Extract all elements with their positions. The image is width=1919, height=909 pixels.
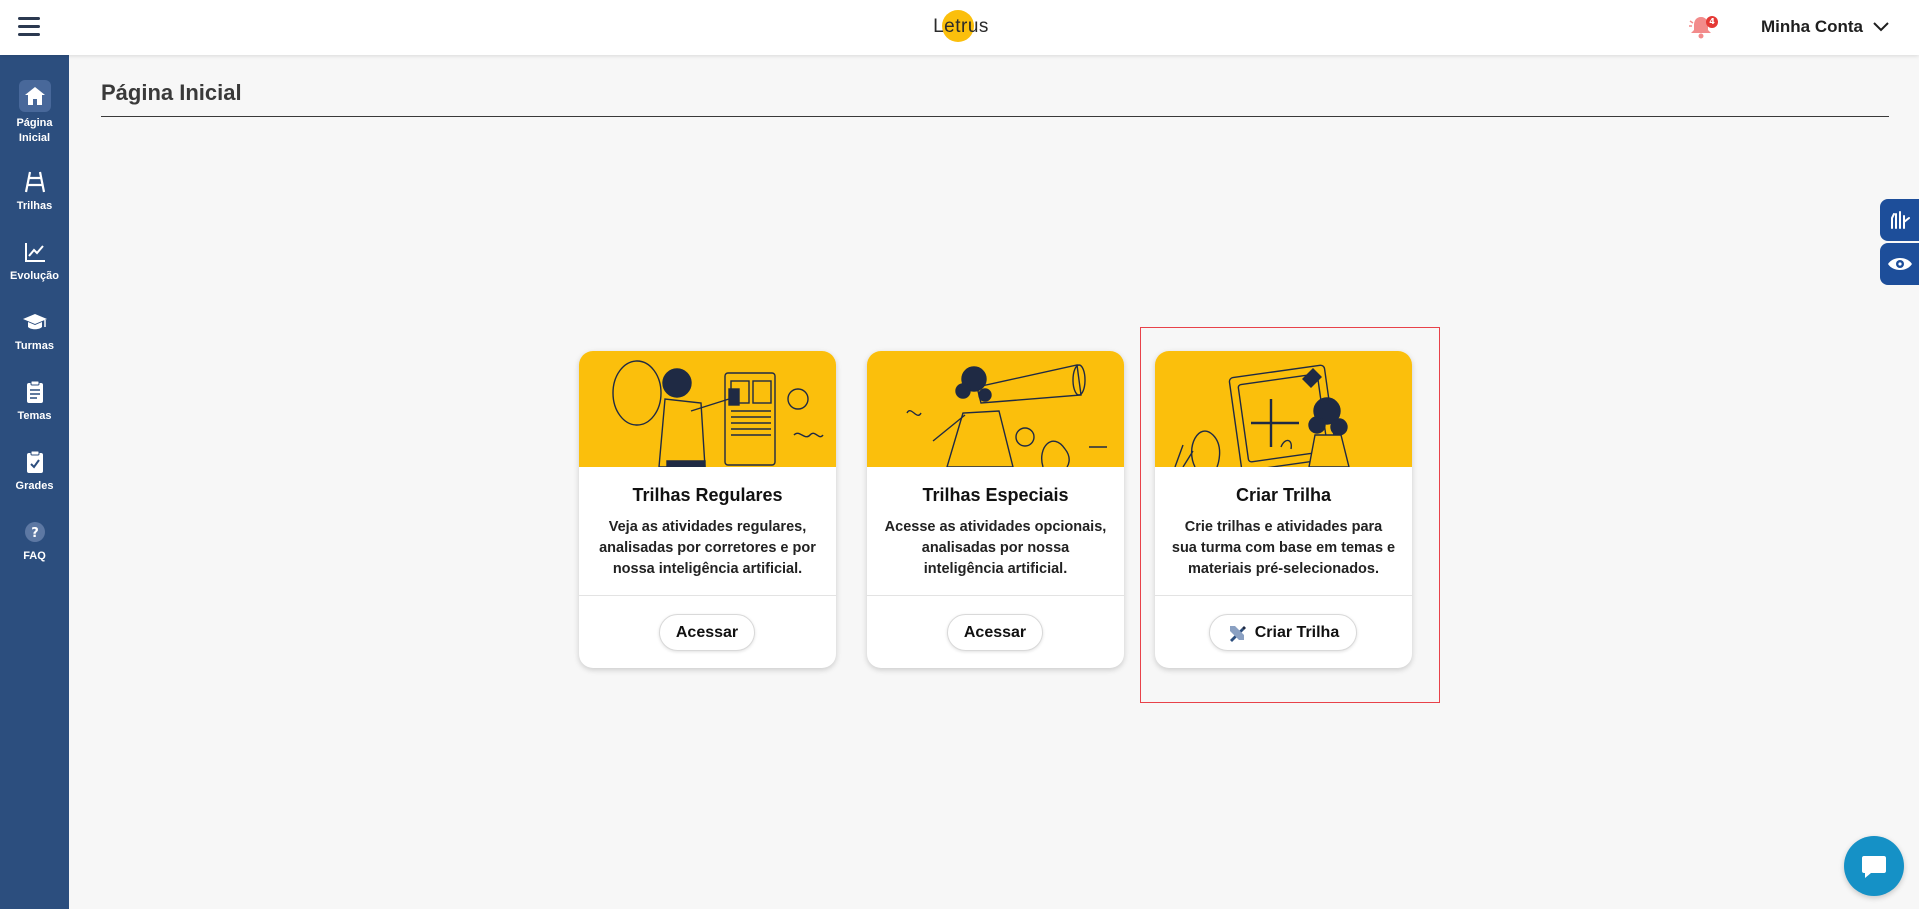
clipboard-check-icon bbox=[26, 450, 43, 473]
chat-support-button[interactable] bbox=[1844, 836, 1904, 896]
card-illustration bbox=[579, 351, 836, 467]
card-trilhas-especiais: Trilhas Especiais Acesse as atividades o… bbox=[867, 351, 1124, 668]
sidebar-item-label: Turmas bbox=[15, 340, 54, 352]
graduation-cap-icon bbox=[22, 314, 47, 330]
sidebar-item-turmas[interactable]: Turmas bbox=[0, 309, 69, 354]
selection-highlight bbox=[1140, 327, 1440, 703]
notification-badge: 4 bbox=[1706, 16, 1718, 28]
sidebar-item-label: FAQ bbox=[23, 550, 46, 562]
account-menu[interactable]: Minha Conta bbox=[1761, 15, 1889, 39]
hands-icon bbox=[1890, 211, 1910, 229]
eye-icon bbox=[1887, 258, 1912, 270]
sidebar-item-temas[interactable]: Temas bbox=[0, 379, 69, 424]
trail-icon bbox=[24, 171, 45, 193]
top-bar: Letrus 4 Minha Conta bbox=[0, 0, 1919, 55]
card-title: Trilhas Regulares bbox=[632, 485, 783, 505]
notification-bell-icon[interactable]: 4 bbox=[1688, 14, 1718, 40]
account-label: Minha Conta bbox=[1761, 17, 1863, 36]
visual-accessibility-button[interactable] bbox=[1880, 243, 1919, 285]
title-divider bbox=[101, 116, 1889, 117]
chat-icon bbox=[1862, 856, 1886, 878]
sidebar-item-grades[interactable]: Grades bbox=[0, 449, 69, 494]
sidebar-item-label: Trilhas bbox=[16, 200, 53, 212]
chart-icon bbox=[24, 243, 45, 262]
logo-text: Letrus bbox=[933, 16, 989, 37]
card-illustration bbox=[867, 351, 1124, 467]
sidebar-item-label: Grades bbox=[15, 480, 54, 492]
sidebar-item-label: Inicial bbox=[18, 132, 51, 144]
chevron-down-icon bbox=[1873, 22, 1889, 32]
card-divider bbox=[867, 595, 1124, 596]
card-description: Veja as atividades regulares, analisadas… bbox=[599, 519, 816, 577]
letrus-logo[interactable]: Letrus bbox=[928, 10, 994, 44]
sidebar: Página Inicial Trilhas Evolução Turmas T… bbox=[0, 55, 69, 909]
sidebar-item-label: Temas bbox=[17, 410, 52, 422]
acessar-button[interactable]: Acessar bbox=[659, 614, 755, 651]
home-icon bbox=[18, 80, 51, 112]
sign-language-button[interactable] bbox=[1880, 199, 1919, 241]
page-title: Página Inicial bbox=[101, 80, 242, 105]
menu-icon[interactable] bbox=[18, 17, 40, 37]
sidebar-item-label: Página bbox=[16, 117, 53, 129]
sidebar-item-faq[interactable]: ? FAQ bbox=[0, 519, 69, 564]
card-description: Acesse as atividades opcionais, analisad… bbox=[884, 519, 1107, 577]
card-trilhas-regulares: Trilhas Regulares Veja as atividades reg… bbox=[579, 351, 836, 668]
sidebar-item-label: Evolução bbox=[10, 270, 59, 282]
acessar-button[interactable]: Acessar bbox=[947, 614, 1043, 651]
question-icon: ? bbox=[24, 522, 45, 542]
svg-text:?: ? bbox=[31, 526, 39, 541]
sidebar-item-trilhas[interactable]: Trilhas bbox=[0, 169, 69, 214]
card-divider bbox=[579, 595, 836, 596]
clipboard-icon bbox=[26, 380, 43, 403]
sidebar-item-evolucao[interactable]: Evolução bbox=[0, 239, 69, 284]
card-title: Trilhas Especiais bbox=[922, 485, 1069, 505]
sidebar-item-home[interactable]: Página Inicial bbox=[0, 80, 69, 146]
